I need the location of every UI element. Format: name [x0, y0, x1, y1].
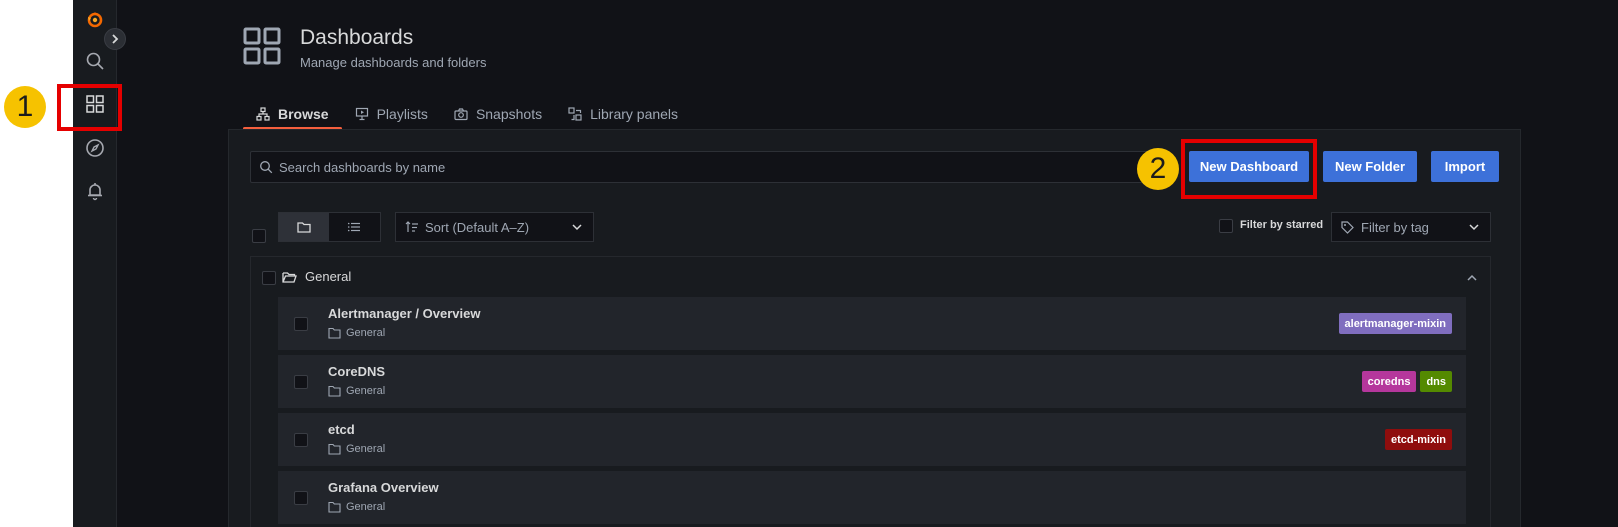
folder-icon: [328, 385, 341, 397]
tag-badge[interactable]: alertmanager-mixin: [1338, 313, 1452, 334]
dashboard-row[interactable]: etcd General etcd-mixin: [278, 413, 1466, 466]
filter-starred-checkbox[interactable]: [1219, 219, 1233, 233]
tag-list: etcd-mixin: [1384, 429, 1452, 450]
folder-icon: [328, 501, 341, 513]
tab-library-panels-label: Library panels: [590, 106, 679, 122]
tab-snapshots[interactable]: Snapshots: [441, 100, 555, 128]
tag-filter-placeholder: Filter by tag: [1361, 219, 1429, 235]
dashboards-header-icon: [243, 27, 281, 65]
dashboard-location: General: [328, 385, 385, 397]
tab-snapshots-label: Snapshots: [475, 106, 543, 122]
tag-badge[interactable]: dns: [1420, 371, 1452, 392]
sort-label: Sort (Default A–Z): [425, 219, 530, 235]
page-subtitle: Manage dashboards and folders: [300, 55, 487, 70]
new-folder-button[interactable]: New Folder: [1323, 151, 1417, 182]
tab-browse[interactable]: Browse: [243, 100, 342, 130]
list-icon: [347, 222, 360, 232]
row-checkbox[interactable]: [294, 433, 308, 447]
explore-icon[interactable]: [73, 131, 117, 165]
dashboard-row[interactable]: Alertmanager / Overview General alertman…: [278, 297, 1466, 350]
tag-filter-select[interactable]: Filter by tag: [1331, 212, 1491, 242]
annotation-highlight-dashboards: [57, 84, 122, 131]
sitemap-icon: [256, 107, 270, 121]
folder-open-icon: [282, 271, 297, 283]
dashboard-location: General: [328, 327, 385, 339]
page: Dashboards Manage dashboards and folders…: [0, 0, 1618, 527]
tag-badge[interactable]: etcd-mixin: [1384, 429, 1452, 450]
sidebar: [73, 0, 117, 527]
tag-list: alertmanager-mixin: [1338, 313, 1452, 334]
search-input[interactable]: [279, 159, 1139, 175]
page-title: Dashboards: [300, 26, 414, 49]
row-checkbox[interactable]: [294, 317, 308, 331]
list-view-button[interactable]: [329, 213, 379, 241]
dashboard-title[interactable]: CoreDNS: [328, 364, 385, 379]
dashboard-row[interactable]: CoreDNS General coredns dns: [278, 355, 1466, 408]
annotation-highlight-new-dashboard: [1181, 139, 1317, 199]
search-field[interactable]: [250, 151, 1156, 183]
select-all-checkbox[interactable]: [252, 229, 266, 243]
dashboard-folder: General: [346, 501, 386, 513]
view-mode-toggle: [278, 212, 381, 242]
tag-icon: [1341, 220, 1354, 234]
folder-icon: [297, 222, 311, 233]
tag-list: coredns dns: [1361, 371, 1452, 392]
camera-icon: [454, 108, 468, 121]
folder-icon: [328, 443, 341, 455]
tag-badge[interactable]: coredns: [1361, 371, 1417, 392]
dashboard-folder: General: [346, 443, 386, 455]
annotation-marker-2: 2: [1137, 148, 1179, 190]
annotation-marker-1: 1: [4, 86, 46, 128]
dashboard-title[interactable]: Grafana Overview: [328, 480, 439, 495]
dashboard-location: General: [328, 501, 385, 513]
folder-checkbox[interactable]: [262, 271, 276, 285]
alerting-icon[interactable]: [73, 174, 117, 208]
row-checkbox[interactable]: [294, 375, 308, 389]
dashboard-title[interactable]: Alertmanager / Overview: [328, 306, 480, 321]
folder-icon: [328, 327, 341, 339]
sort-amount-icon: [405, 221, 418, 232]
sidebar-expand-button[interactable]: [104, 28, 126, 50]
dashboard-row[interactable]: Grafana Overview General: [278, 471, 1466, 524]
sort-select[interactable]: Sort (Default A–Z): [395, 212, 594, 242]
dashboard-folder: General: [346, 327, 386, 339]
presentation-play-icon: [355, 107, 368, 121]
chevron-down-icon: [1469, 224, 1479, 231]
dashboard-folder: General: [346, 385, 386, 397]
tab-playlists[interactable]: Playlists: [342, 100, 441, 128]
dashboard-title[interactable]: etcd: [328, 422, 355, 437]
folder-header[interactable]: General: [282, 269, 351, 284]
row-checkbox[interactable]: [294, 491, 308, 505]
tab-library-panels[interactable]: Library panels: [555, 100, 691, 128]
chevron-up-icon[interactable]: [1466, 272, 1478, 284]
tab-browse-label: Browse: [278, 106, 329, 122]
import-button[interactable]: Import: [1431, 151, 1499, 182]
tab-bar: Browse Playlists Snapshots Library panel…: [243, 100, 691, 130]
chevron-down-icon: [572, 224, 582, 231]
folder-name: General: [305, 269, 352, 284]
tab-playlists-label: Playlists: [376, 106, 428, 122]
folder-view-button[interactable]: [279, 213, 329, 241]
dashboard-location: General: [328, 443, 385, 455]
filter-starred-label: Filter by starred: [1240, 219, 1324, 231]
search-icon: [260, 161, 273, 174]
library-panels-icon: [568, 107, 582, 121]
